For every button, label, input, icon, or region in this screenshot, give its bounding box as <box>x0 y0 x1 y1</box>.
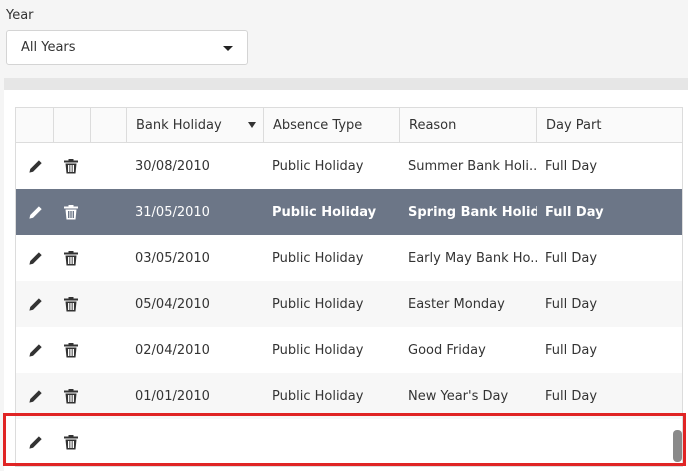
pencil-icon[interactable] <box>26 249 44 267</box>
header-blank-column <box>91 108 127 143</box>
trash-icon[interactable] <box>62 249 80 267</box>
section-divider <box>4 78 688 90</box>
sort-descending-icon[interactable] <box>248 122 256 128</box>
cell-bank-holiday: 31/05/2010 <box>135 204 210 220</box>
table-row[interactable]: 01/01/2010 Public Holiday New Year's Day Fu… <box>16 373 682 419</box>
header-day-part-label: Day Part <box>546 118 602 133</box>
year-filter-label: Year <box>6 8 34 23</box>
header-delete-column <box>54 108 91 143</box>
cell-absence-type <box>264 419 400 465</box>
table-row[interactable]: 02/04/2010 Public Holiday Good Friday Full … <box>16 327 682 373</box>
trash-icon[interactable] <box>62 295 80 313</box>
table-row[interactable]: 05/04/2010 Public Holiday Easter Monday Ful… <box>16 281 682 327</box>
cell-absence-type: Public Holiday <box>272 158 364 174</box>
cell-day-part: Full Day <box>545 342 598 358</box>
cell-reason: Good Friday <box>408 342 486 358</box>
cell-bank-holiday: 03/05/2010 <box>135 250 210 266</box>
cell-day-part: Full Day <box>545 250 598 266</box>
header-absence-type-label: Absence Type <box>273 118 363 133</box>
cell-bank-holiday: 02/04/2010 <box>135 342 210 358</box>
trash-icon[interactable] <box>62 433 80 451</box>
caret-down-icon <box>223 46 233 51</box>
header-reason-label: Reason <box>409 118 457 133</box>
cell-bank-holiday <box>127 419 264 465</box>
pencil-icon[interactable] <box>26 157 44 175</box>
cell-reason: Early May Bank Ho... <box>408 250 537 266</box>
header-reason[interactable]: Reason <box>400 108 537 143</box>
cell-bank-holiday: 01/01/2010 <box>135 388 210 404</box>
cell-day-part: Full Day <box>545 388 598 404</box>
cell-absence-type: Public Holiday <box>272 296 364 312</box>
cell-absence-type: Public Holiday <box>272 388 364 404</box>
pencil-icon[interactable] <box>26 387 44 405</box>
cell-absence-type: Public Holiday <box>272 204 377 220</box>
table-row[interactable]: 03/05/2010 Public Holiday Early May Bank H… <box>16 235 682 281</box>
header-edit-column <box>16 108 54 143</box>
pencil-icon[interactable] <box>26 341 44 359</box>
grid-header: Bank Holiday Absence Type Reason Day Par… <box>16 108 682 143</box>
trash-icon[interactable] <box>62 203 80 221</box>
cell-absence-type: Public Holiday <box>272 250 364 266</box>
year-select[interactable]: All Years <box>6 30 248 65</box>
header-absence-type[interactable]: Absence Type <box>264 108 400 143</box>
cell-day-part: Full Day <box>545 158 598 174</box>
cell-day-part <box>537 419 682 465</box>
cell-reason: New Year's Day <box>408 388 509 404</box>
pencil-icon[interactable] <box>26 203 44 221</box>
year-select-value: All Years <box>21 40 76 55</box>
cell-day-part: Full Day <box>545 296 598 312</box>
cell-absence-type: Public Holiday <box>272 342 364 358</box>
header-bank-holiday-label: Bank Holiday <box>136 118 222 133</box>
cell-day-part: Full Day <box>545 204 604 220</box>
cell-bank-holiday: 30/08/2010 <box>135 158 210 174</box>
pencil-icon[interactable] <box>26 295 44 313</box>
header-bank-holiday[interactable]: Bank Holiday <box>127 108 264 143</box>
cell-reason: Spring Bank Holiday <box>408 204 537 220</box>
pencil-icon[interactable] <box>26 433 44 451</box>
table-row[interactable] <box>16 419 682 465</box>
trash-icon[interactable] <box>62 157 80 175</box>
bank-holiday-grid: Bank Holiday Absence Type Reason Day Par… <box>15 107 683 467</box>
header-day-part[interactable]: Day Part <box>537 108 682 143</box>
scrollbar-thumb[interactable] <box>673 430 682 462</box>
trash-icon[interactable] <box>62 387 80 405</box>
cell-reason: Summer Bank Holi... <box>408 158 537 174</box>
table-row[interactable]: 30/08/2010 Public Holiday Summer Bank Holi… <box>16 143 682 189</box>
cell-bank-holiday: 05/04/2010 <box>135 296 210 312</box>
table-row[interactable]: 31/05/2010 Public Holiday Spring Bank Holi… <box>16 189 682 235</box>
cell-reason: Easter Monday <box>408 296 505 312</box>
cell-reason <box>400 419 537 465</box>
trash-icon[interactable] <box>62 341 80 359</box>
